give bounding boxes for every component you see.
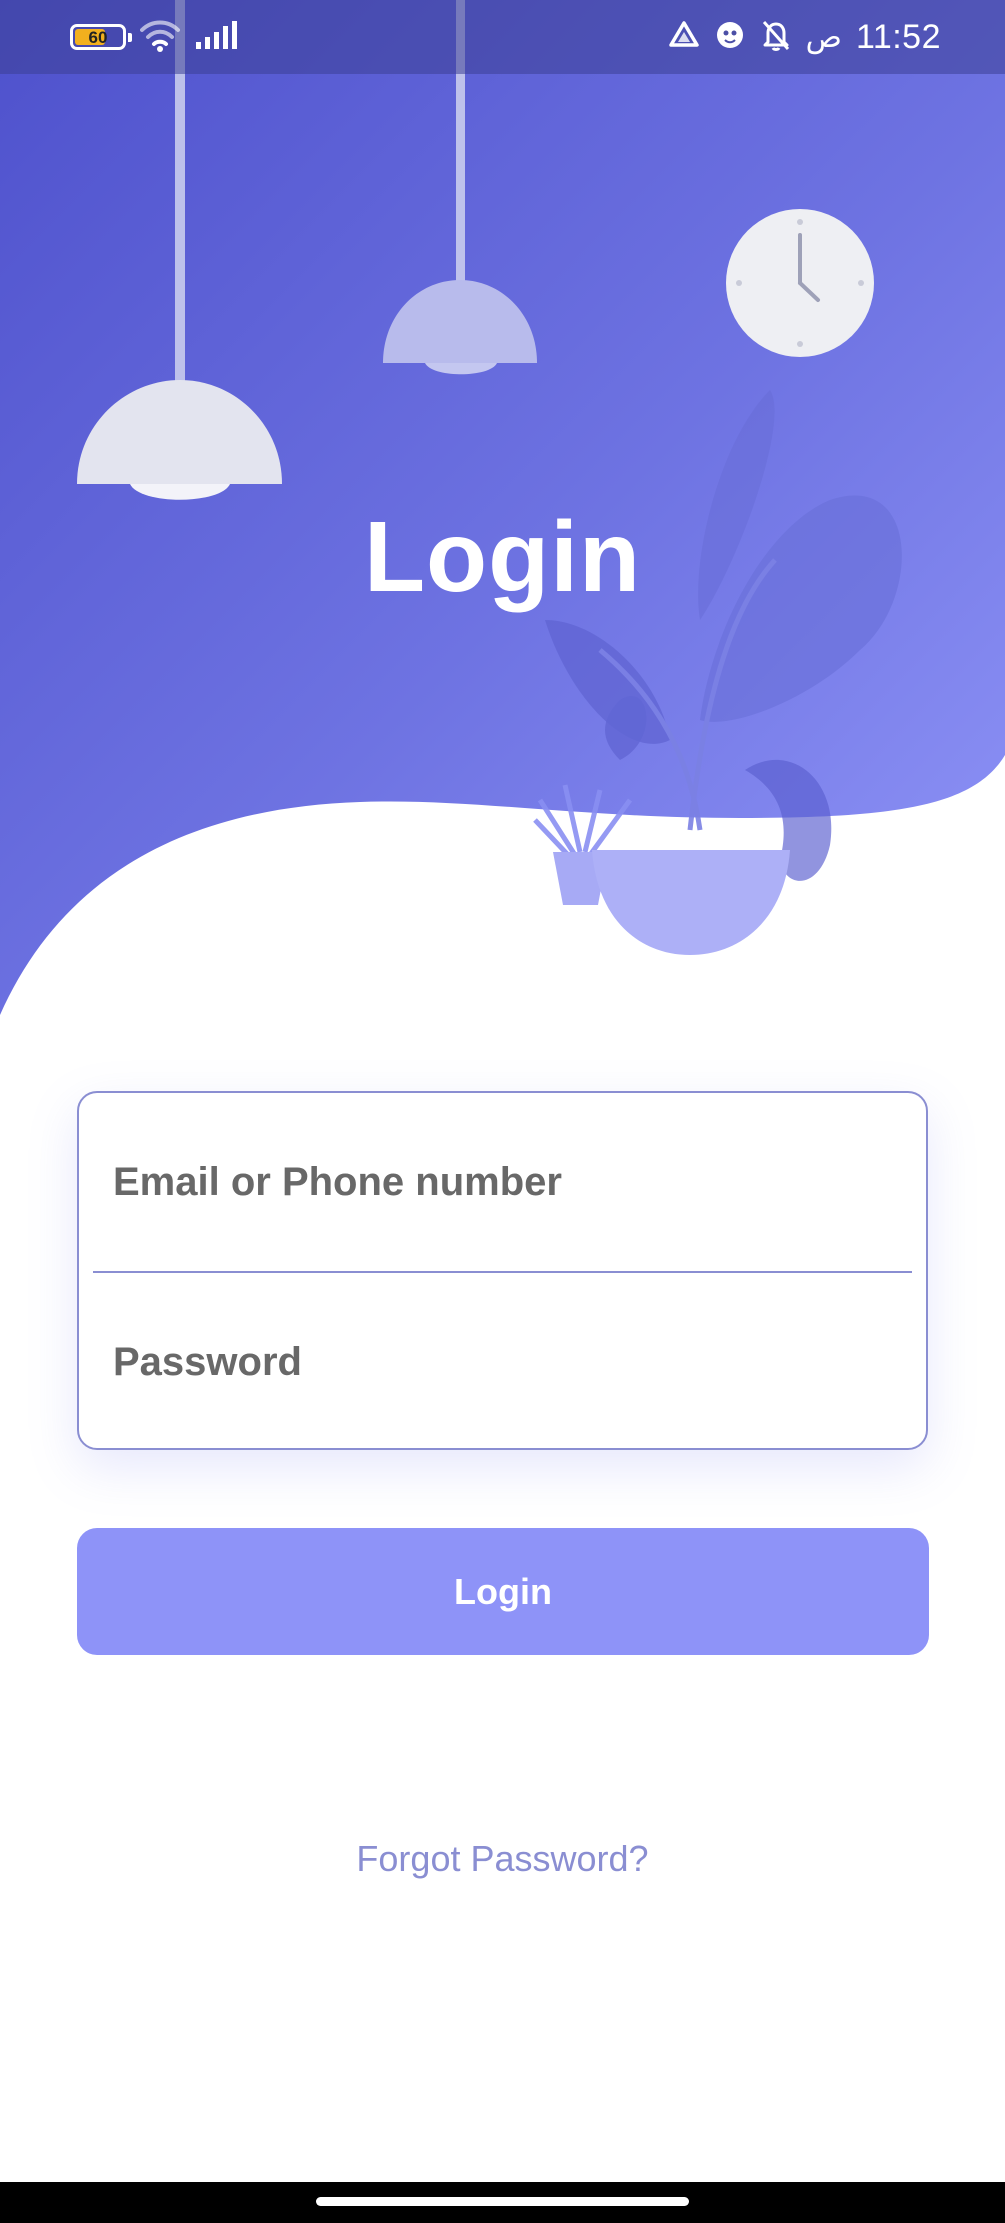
signal-icon bbox=[194, 20, 240, 55]
battery-level: 60 bbox=[88, 27, 108, 47]
status-time: 11:52 bbox=[855, 17, 941, 56]
battery-icon: 60 bbox=[70, 24, 132, 50]
clock-icon bbox=[726, 209, 874, 357]
login-form-card bbox=[77, 1091, 928, 1450]
status-right: ص 11:52 bbox=[668, 0, 941, 74]
password-input[interactable] bbox=[79, 1339, 926, 1385]
email-field-container bbox=[79, 1093, 926, 1271]
page-title: Login bbox=[363, 501, 642, 613]
status-left: 60 bbox=[70, 0, 240, 74]
password-field-container bbox=[79, 1273, 926, 1451]
email-input[interactable] bbox=[79, 1159, 926, 1205]
login-button[interactable]: Login bbox=[77, 1528, 929, 1655]
status-bar: 60 ص 11:52 bbox=[0, 0, 1005, 74]
time-period: ص bbox=[805, 19, 842, 55]
drive-icon bbox=[668, 20, 700, 55]
login-screen: 60 ص 11:52 Login Email or Phone number L… bbox=[0, 0, 1005, 2223]
home-indicator[interactable] bbox=[316, 2197, 689, 2206]
assistant-icon bbox=[714, 19, 746, 56]
forgot-password-link[interactable]: Forgot Password? bbox=[0, 1838, 1005, 1880]
navigation-bar bbox=[0, 2182, 1005, 2223]
bell-off-icon bbox=[760, 18, 792, 57]
wifi-icon bbox=[140, 18, 180, 57]
